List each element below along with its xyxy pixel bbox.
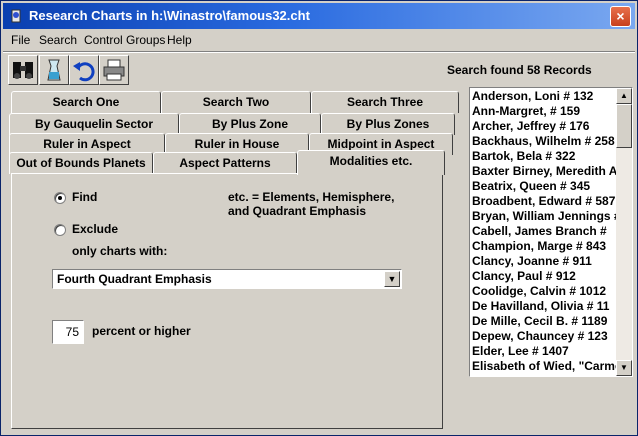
record-list-item[interactable]: Beatrix, Queen # 345 [472, 179, 618, 194]
only-charts-with-label: only charts with: [72, 244, 168, 258]
records-list-items: Anderson, Loni # 132 Ann-Margret, # 159 Ar… [472, 89, 618, 376]
title-bar: Research Charts in h:\Winastro\famous32.… [3, 3, 635, 29]
print-button[interactable] [99, 55, 129, 85]
menu-search[interactable]: Search [39, 33, 77, 47]
record-list-item[interactable]: Bartok, Bela # 322 [472, 149, 618, 164]
menu-help[interactable]: Help [167, 33, 192, 47]
undo-button[interactable] [69, 55, 99, 85]
record-list-item[interactable]: Elisabeth of Wied, "Carmen [472, 359, 618, 374]
exclude-label[interactable]: Exclude [72, 222, 118, 236]
undo-arrow-icon [73, 62, 95, 82]
tab-by-plus-zones[interactable]: By Plus Zones [321, 113, 455, 135]
menu-file[interactable]: File [11, 33, 30, 47]
record-list-item[interactable]: Depew, Chauncey # 123 [472, 329, 618, 344]
tab-out-of-bounds-planets[interactable]: Out of Bounds Planets [9, 152, 153, 174]
record-list-item[interactable]: Clancy, Joanne # 911 [472, 254, 618, 269]
menu-control-groups[interactable]: Control Groups [84, 33, 165, 47]
tab-search-three[interactable]: Search Three [311, 91, 459, 113]
record-list-item[interactable]: Bryan, William Jennings # [472, 209, 618, 224]
filter-dropdown-value: Fourth Quadrant Emphasis [57, 272, 212, 286]
percent-input[interactable]: 75 [52, 320, 84, 344]
tab-search-one[interactable]: Search One [11, 91, 161, 113]
app-icon [11, 9, 21, 23]
record-list-item[interactable]: Broadbent, Edward # 587 [472, 194, 618, 209]
filter-dropdown[interactable]: Fourth Quadrant Emphasis ▼ [52, 269, 402, 289]
record-list-item[interactable]: De Havilland, Olivia # 11 [472, 299, 618, 314]
scroll-up-icon[interactable]: ▲ [616, 88, 632, 104]
search-binoculars-button[interactable] [8, 55, 38, 85]
record-list-item[interactable]: De Mille, Cecil B. # 1189 [472, 314, 618, 329]
record-list-item[interactable]: Escher, M.C. # 1450 [472, 374, 618, 376]
find-radio[interactable] [54, 192, 66, 204]
window-title: Research Charts in h:\Winastro\famous32.… [29, 8, 310, 23]
record-list-item[interactable]: Clancy, Paul # 912 [472, 269, 618, 284]
tab-by-plus-zone[interactable]: By Plus Zone [179, 113, 321, 135]
toolbar-divider [3, 51, 635, 53]
radio-selected-dot [58, 196, 62, 200]
record-list-item[interactable]: Coolidge, Calvin # 1012 [472, 284, 618, 299]
tab-aspect-patterns[interactable]: Aspect Patterns [153, 152, 297, 174]
record-list-item[interactable]: Backhaus, Wilhelm # 258 [472, 134, 618, 149]
tab-by-gauquelin-sector[interactable]: By Gauquelin Sector [9, 113, 179, 135]
menu-bar: File Search Control Groups Help [3, 30, 635, 50]
records-scrollbar[interactable]: ▲ ▼ [616, 88, 632, 376]
find-label[interactable]: Find [72, 190, 97, 204]
tab-search-two[interactable]: Search Two [161, 91, 311, 113]
clear-button[interactable] [39, 55, 69, 85]
record-list-item[interactable]: Ann-Margret, # 159 [472, 104, 618, 119]
record-list-item[interactable]: Cabell, James Branch # [472, 224, 618, 239]
hint-line-2: and Quadrant Emphasis [228, 204, 367, 218]
modalities-panel: Find etc. = Elements, Hemisphere, and Qu… [11, 173, 443, 429]
record-list-item[interactable]: Archer, Jeffrey # 176 [472, 119, 618, 134]
percent-label: percent or higher [92, 324, 191, 338]
search-criteria-tabs: Search One Search Two Search Three By Ga… [5, 89, 465, 433]
binoculars-icon [13, 62, 33, 79]
scroll-down-icon[interactable]: ▼ [616, 360, 632, 376]
record-list-item[interactable]: Baxter Birney, Meredith A [472, 164, 618, 179]
beaker-icon [47, 59, 61, 81]
exclude-radio[interactable] [54, 224, 66, 236]
tab-modalities-etc[interactable]: Modalities etc. [297, 150, 445, 175]
records-list[interactable]: Anderson, Loni # 132 Ann-Margret, # 159 Ar… [469, 87, 633, 377]
hint-line-1: etc. = Elements, Hemisphere, [228, 190, 395, 204]
close-button[interactable]: × [610, 6, 631, 27]
record-list-item[interactable]: Anderson, Loni # 132 [472, 89, 618, 104]
record-list-item[interactable]: Elder, Lee # 1407 [472, 344, 618, 359]
dropdown-arrow-icon[interactable]: ▼ [384, 271, 400, 287]
main-window: Research Charts in h:\Winastro\famous32.… [0, 0, 638, 436]
search-result-status: Search found 58 Records [447, 63, 592, 77]
printer-icon [103, 59, 125, 81]
scroll-thumb[interactable] [616, 104, 632, 148]
record-list-item[interactable]: Champion, Marge # 843 [472, 239, 618, 254]
